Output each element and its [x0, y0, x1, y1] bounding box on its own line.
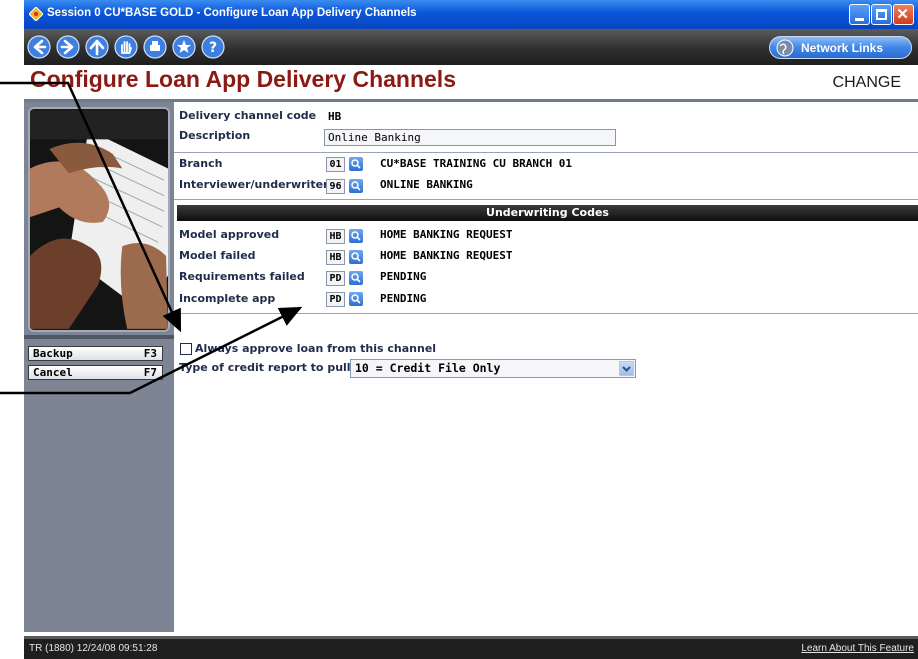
magnifier-icon [351, 273, 361, 283]
credit-report-label: Type of credit report to pull [179, 361, 351, 374]
interviewer-code-input[interactable]: 96 [326, 179, 345, 194]
backup-key: F3 [143, 347, 157, 360]
help-icon[interactable]: ? [201, 35, 225, 59]
window-title: Session 0 CU*BASE GOLD - Configure Loan … [47, 7, 417, 19]
mode-indicator: CHANGE [832, 74, 901, 91]
channel-code-label: Delivery channel code [179, 109, 317, 122]
model-failed-code-input[interactable]: HB [326, 250, 345, 265]
back-icon[interactable] [27, 35, 51, 59]
close-button[interactable] [893, 4, 914, 25]
branch-lookup-button[interactable] [349, 157, 363, 171]
credit-report-select[interactable]: 10 = Credit File Only [350, 359, 636, 378]
dropdown-button[interactable] [619, 361, 634, 376]
interviewer-label: Interviewer/underwriter [179, 178, 329, 191]
forward-icon[interactable] [56, 35, 80, 59]
description-label: Description [179, 129, 251, 142]
magnifier-icon [351, 252, 361, 262]
model-failed-name: HOME BANKING REQUEST [380, 249, 513, 262]
divider [174, 313, 918, 314]
main-form: Delivery channel code HB Description Onl… [174, 102, 918, 632]
branch-name: CU*BASE TRAINING CU BRANCH 01 [380, 157, 573, 170]
magnifier-icon [351, 231, 361, 241]
branch-code-input[interactable]: 01 [326, 157, 345, 172]
divider [174, 199, 918, 200]
minimize-button[interactable] [849, 4, 870, 25]
model-approved-name: HOME BANKING REQUEST [380, 228, 513, 241]
interviewer-lookup-button[interactable] [349, 179, 363, 193]
hand-icon[interactable] [114, 35, 138, 59]
branch-label: Branch [179, 157, 223, 170]
interviewer-name: ONLINE BANKING [380, 178, 473, 191]
status-bar: TR (1880) 12/24/08 09:51:28 Learn About … [24, 636, 918, 659]
always-approve-checkbox[interactable] [180, 343, 192, 355]
globe-icon [776, 39, 794, 57]
app-window: Session 0 CU*BASE GOLD - Configure Loan … [24, 0, 918, 659]
always-approve-label: Always approve loan from this channel [195, 342, 437, 355]
magnifier-icon [351, 181, 361, 191]
requirements-failed-lookup-button[interactable] [349, 271, 363, 285]
up-icon[interactable] [85, 35, 109, 59]
requirements-failed-name: PENDING [380, 270, 427, 283]
model-failed-lookup-button[interactable] [349, 250, 363, 264]
backup-button[interactable]: Backup F3 [28, 346, 163, 361]
page-title: Configure Loan App Delivery Channels [30, 66, 456, 92]
divider [174, 152, 918, 153]
cancel-label: Cancel [33, 366, 73, 379]
print-icon[interactable] [143, 35, 167, 59]
toolbar: ? Network Links [24, 29, 918, 65]
magnifier-icon [351, 294, 361, 304]
incomplete-app-code-input[interactable]: PD [326, 292, 345, 307]
model-approved-lookup-button[interactable] [349, 229, 363, 243]
app-diamond-icon [29, 7, 43, 21]
requirements-failed-label: Requirements failed [179, 270, 305, 283]
network-links-label: Network Links [801, 41, 884, 55]
cancel-button[interactable]: Cancel F7 [28, 365, 163, 380]
description-input[interactable]: Online Banking [324, 129, 616, 146]
title-bar: Session 0 CU*BASE GOLD - Configure Loan … [24, 0, 918, 29]
learn-about-link[interactable]: Learn About This Feature [801, 643, 914, 654]
session-info: TR (1880) 12/24/08 09:51:28 [29, 643, 158, 654]
credit-report-selected: 10 = Credit File Only [355, 361, 501, 375]
magnifier-icon [351, 159, 361, 169]
close-icon [897, 8, 908, 19]
network-links-button[interactable]: Network Links [769, 36, 912, 59]
left-panel: Backup F3 Cancel F7 [24, 102, 174, 632]
star-icon[interactable] [172, 35, 196, 59]
incomplete-app-name: PENDING [380, 292, 427, 305]
model-approved-label: Model approved [179, 228, 280, 241]
incomplete-app-label: Incomplete app [179, 292, 276, 305]
maximize-button[interactable] [871, 4, 892, 25]
model-approved-code-input[interactable]: HB [326, 229, 345, 244]
cancel-key: F7 [143, 366, 157, 379]
underwriting-codes-header: Underwriting Codes [177, 205, 918, 221]
requirements-failed-code-input[interactable]: PD [326, 271, 345, 286]
panel-separator [24, 335, 174, 339]
channel-code-value: HB [328, 110, 342, 123]
backup-label: Backup [33, 347, 73, 360]
incomplete-app-lookup-button[interactable] [349, 292, 363, 306]
chevron-down-icon [622, 366, 631, 372]
model-failed-label: Model failed [179, 249, 256, 262]
svg-text:?: ? [209, 40, 217, 56]
decorative-photo [28, 107, 170, 332]
